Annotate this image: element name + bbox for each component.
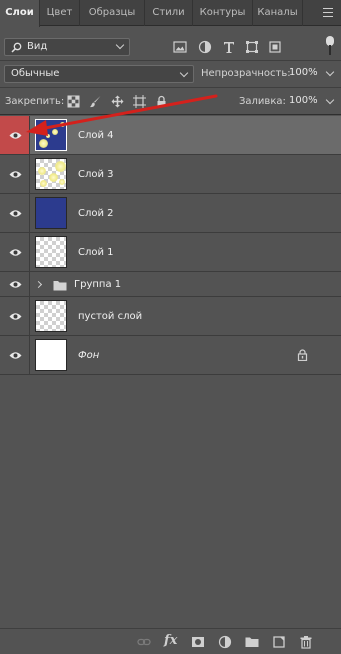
filter-type-icon[interactable]	[222, 40, 236, 54]
lock-position-icon[interactable]	[111, 95, 124, 108]
new-group-icon[interactable]	[245, 635, 259, 649]
visibility-toggle[interactable]	[0, 116, 30, 154]
eye-icon[interactable]	[9, 170, 22, 179]
layer-name[interactable]: Слой 1	[78, 247, 114, 258]
tab-label: Образцы	[88, 7, 136, 18]
filter-kind-select[interactable]: Вид	[4, 38, 130, 56]
layer-thumbnail	[35, 197, 67, 229]
tab-styles[interactable]: Стили	[145, 0, 193, 26]
lock-row: Закрепить: Заливка: 100%	[0, 89, 341, 115]
layer-name[interactable]: пустой слой	[78, 311, 142, 322]
filter-smart-object-icon[interactable]	[268, 40, 282, 54]
filter-adjustment-icon[interactable]	[198, 40, 212, 54]
layer-thumbnail	[35, 119, 67, 151]
layer-style-button[interactable]: fx	[164, 633, 177, 648]
visibility-toggle[interactable]	[0, 297, 30, 335]
tab-channels[interactable]: Каналы	[253, 0, 303, 26]
tab-color[interactable]: Цвет	[40, 0, 80, 26]
panel-tab-bar: Слои Цвет Образцы Стили Контуры Каналы	[0, 0, 341, 27]
visibility-toggle[interactable]	[0, 336, 30, 374]
visibility-toggle[interactable]	[0, 155, 30, 193]
eye-icon[interactable]	[9, 209, 22, 218]
folder-icon	[53, 281, 67, 291]
lock-all-icon[interactable]	[155, 95, 168, 108]
tab-label: Каналы	[257, 7, 298, 18]
delete-layer-icon[interactable]	[299, 635, 313, 649]
layer-name[interactable]: Фон	[78, 350, 99, 361]
lock-transparent-pixels-icon[interactable]	[67, 95, 80, 108]
tab-label: Стили	[152, 7, 185, 18]
eye-icon[interactable]	[9, 131, 22, 140]
layer-row-layer-2[interactable]: Слой 2	[0, 194, 341, 233]
tab-label: Цвет	[46, 7, 73, 18]
visibility-toggle[interactable]	[0, 272, 30, 296]
opacity-field[interactable]: 100%	[287, 65, 339, 83]
lock-image-pixels-icon[interactable]	[89, 95, 102, 108]
layer-row-background[interactable]: Фон	[0, 336, 341, 375]
fill-label: Заливка:	[239, 96, 286, 107]
layer-name[interactable]: Группа 1	[74, 279, 121, 290]
filter-toggle-switch[interactable]	[326, 36, 334, 56]
layer-name[interactable]: Слой 2	[78, 208, 114, 219]
eye-icon[interactable]	[9, 248, 22, 257]
visibility-toggle[interactable]	[0, 194, 30, 232]
layer-thumbnail	[35, 300, 67, 332]
layer-name[interactable]: Слой 4	[78, 130, 114, 141]
tab-layers[interactable]: Слои	[0, 0, 40, 27]
layer-thumbnail	[35, 339, 67, 371]
link-layers-icon[interactable]	[137, 635, 151, 649]
layer-row-layer-3[interactable]: Слой 3	[0, 155, 341, 194]
layer-row-layer-1[interactable]: Слой 1	[0, 233, 341, 272]
tab-paths[interactable]: Контуры	[193, 0, 253, 26]
tab-label: Контуры	[199, 7, 246, 18]
lock-artboard-icon[interactable]	[133, 95, 146, 108]
opacity-label: Непрозрачность:	[201, 68, 291, 79]
fill-value: 100%	[289, 95, 318, 106]
panel-menu-icon[interactable]	[323, 8, 333, 17]
search-icon	[11, 42, 22, 53]
blend-mode-select[interactable]: Обычные	[4, 65, 194, 83]
layer-name[interactable]: Слой 3	[78, 169, 114, 180]
eye-icon[interactable]	[9, 351, 22, 360]
layer-row-layer-4[interactable]: Слой 4	[0, 116, 341, 155]
new-layer-icon[interactable]	[272, 635, 286, 649]
layer-row-empty-layer[interactable]: пустой слой	[0, 297, 341, 336]
opacity-value: 100%	[289, 67, 318, 78]
lock-icon	[297, 349, 308, 361]
fill-field[interactable]: 100%	[287, 93, 339, 111]
layer-thumbnail	[35, 158, 67, 190]
tab-label: Слои	[5, 7, 34, 18]
chevron-down-icon[interactable]	[325, 95, 335, 105]
chevron-down-icon	[115, 40, 125, 50]
eye-icon[interactable]	[9, 280, 22, 289]
chevron-down-icon	[179, 68, 189, 78]
visibility-toggle[interactable]	[0, 233, 30, 271]
filter-kind-label: Вид	[27, 41, 48, 52]
filter-shape-icon[interactable]	[245, 40, 259, 54]
layer-row-group-1[interactable]: Группа 1	[0, 272, 341, 297]
new-adjustment-layer-icon[interactable]	[218, 635, 232, 649]
add-mask-icon[interactable]	[191, 635, 205, 649]
chevron-down-icon[interactable]	[325, 67, 335, 77]
tab-swatches[interactable]: Образцы	[80, 0, 145, 26]
filter-image-icon[interactable]	[173, 40, 187, 54]
blend-row: Обычные Непрозрачность: 100%	[0, 62, 341, 88]
filter-row: Вид	[0, 27, 341, 61]
blend-mode-value: Обычные	[11, 68, 60, 79]
layer-thumbnail	[35, 236, 67, 268]
chevron-right-icon[interactable]	[34, 280, 43, 289]
lock-label: Закрепить:	[5, 96, 65, 107]
eye-icon[interactable]	[9, 312, 22, 321]
layers-footer-toolbar: fx	[0, 628, 341, 654]
layers-list: Слой 4 Слой 3 Слой 2 Слой 1 Группа 1 пус…	[0, 116, 341, 376]
